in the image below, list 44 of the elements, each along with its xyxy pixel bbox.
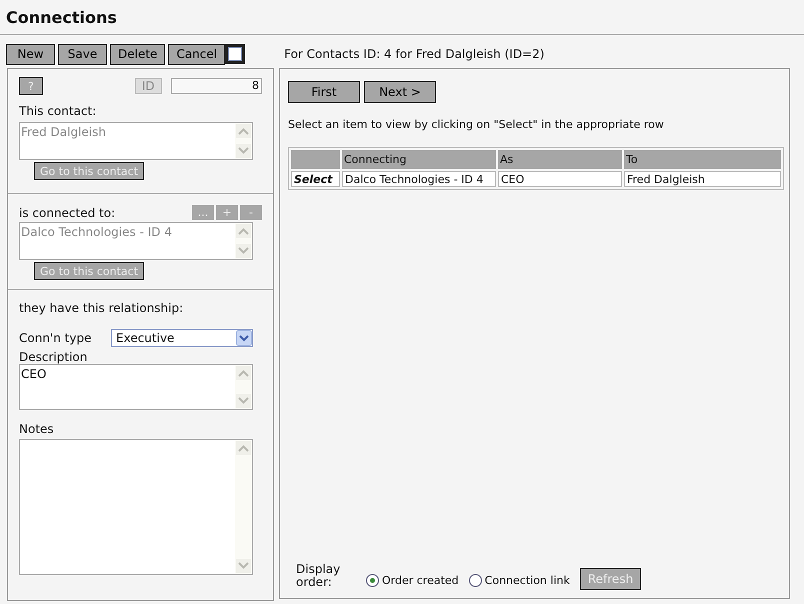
- toolbar-button[interactable]: Save: [58, 44, 107, 64]
- field-label: This contact:: [19, 104, 98, 118]
- field-label: is connected to:: [19, 206, 116, 220]
- table-cell: Dalco Technologies - ID 4: [342, 171, 496, 187]
- notes-field[interactable]: [19, 439, 253, 575]
- scrollbar[interactable]: [235, 440, 252, 574]
- scroll-down-icon[interactable]: [236, 144, 251, 158]
- column-header: As: [498, 150, 622, 169]
- id-field: 8: [170, 78, 262, 94]
- header-cell: [291, 150, 340, 169]
- scrollbar[interactable]: [235, 123, 252, 159]
- radio-option[interactable]: Order created: [366, 574, 459, 586]
- scroll-down-icon[interactable]: [236, 559, 251, 573]
- scroll-down-icon[interactable]: [236, 394, 251, 408]
- display-order-label: Display order:: [296, 563, 342, 589]
- field-label: Conn'n type: [19, 331, 92, 345]
- scrollbar[interactable]: [235, 365, 252, 409]
- column-header: To: [624, 150, 781, 169]
- scroll-up-icon[interactable]: [236, 224, 251, 238]
- toolbar-button[interactable]: Cancel: [168, 44, 226, 64]
- scrollbar[interactable]: [235, 223, 252, 259]
- toolbar-button[interactable]: Delete: [110, 44, 166, 64]
- scroll-up-icon[interactable]: [236, 366, 251, 380]
- toolbar-button[interactable]: New: [6, 44, 55, 64]
- column-header: Connecting: [342, 150, 496, 169]
- section-heading: they have this relationship:: [19, 301, 184, 315]
- table-cell: CEO: [498, 171, 622, 187]
- description-field[interactable]: CEO: [19, 364, 253, 410]
- id-label: ID: [134, 78, 162, 94]
- nav-button[interactable]: First: [288, 81, 360, 103]
- field-label: Description: [19, 350, 88, 364]
- radio-option[interactable]: Connection link: [468, 574, 570, 586]
- table-cell: Fred Dalgleish: [624, 171, 781, 187]
- field-label: Notes: [19, 422, 55, 436]
- type-dropdown[interactable]: Executive: [111, 329, 253, 347]
- scroll-down-icon[interactable]: [236, 244, 251, 258]
- nav-button[interactable]: Next >: [364, 81, 436, 103]
- checkbox[interactable]: [225, 44, 246, 64]
- dropdown-icon[interactable]: [236, 330, 252, 346]
- instructions-text: Select an item to view by clicking on "Select" in the appropriate row: [288, 118, 665, 131]
- scroll-up-icon[interactable]: [236, 124, 251, 138]
- scroll-up-icon[interactable]: [236, 441, 251, 455]
- page-title: Connections: [6, 8, 117, 26]
- context-text: For Contacts ID: 4 for Fred Dalgleish (ID=2): [284, 47, 544, 61]
